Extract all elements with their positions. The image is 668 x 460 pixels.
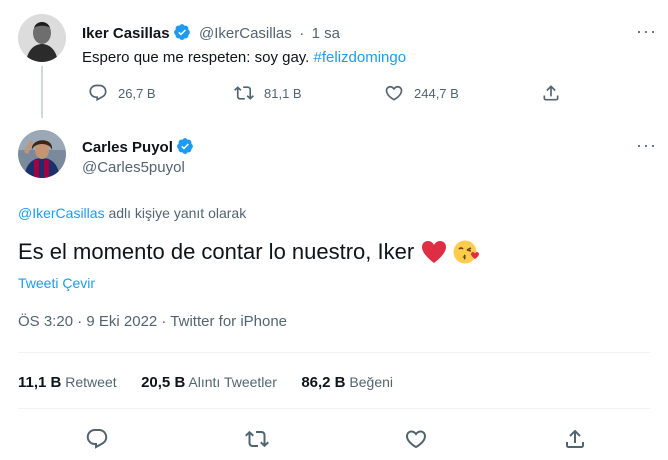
retweet-count: 81,1 B	[264, 85, 302, 101]
original-tweet[interactable]: Iker Casillas @IkerCasillas · 1 sa ··· E…	[0, 0, 668, 120]
reply-count: 26,7 B	[118, 85, 156, 101]
reply-to-handle-link[interactable]: @IkerCasillas	[18, 205, 105, 221]
like-button[interactable]	[404, 427, 428, 456]
share-icon	[543, 85, 559, 101]
share-action[interactable]	[541, 83, 571, 103]
more-options-icon[interactable]: ···	[636, 22, 657, 40]
thread-line	[41, 66, 43, 118]
engagement-stats: 11,1 B Retweet 20,5 B Alıntı Tweetler 86…	[18, 374, 393, 392]
tweet-text-plain: Espero que me respeten: soy gay.	[82, 49, 314, 66]
face-blowing-kiss-emoji-icon	[453, 240, 480, 264]
reply-text: Es el momento de contar lo nuestro, Iker	[18, 239, 480, 265]
more-options-icon[interactable]: ···	[636, 136, 657, 154]
like-count: 244,7 B	[414, 85, 459, 101]
avatar-puyol[interactable]	[18, 130, 66, 178]
dot-separator: ·	[299, 25, 305, 42]
tweet-header: Iker Casillas @IkerCasillas · 1 sa	[82, 23, 340, 43]
reply-context-text: adlı kişiye yanıt olarak	[104, 205, 247, 221]
display-name[interactable]: Carles Puyol	[82, 139, 173, 156]
retweet-icon	[234, 86, 254, 100]
reply-button[interactable]	[85, 427, 109, 456]
display-name[interactable]: Iker Casillas	[82, 25, 170, 42]
translate-tweet-link[interactable]: Tweeti Çevir	[18, 275, 95, 291]
reply-icon	[89, 84, 107, 102]
retweet-action[interactable]: 81,1 B	[234, 83, 302, 103]
retweet-icon	[245, 430, 269, 448]
stat-retweets[interactable]: 11,1 B Retweet	[18, 374, 117, 391]
verified-badge-icon	[176, 138, 193, 154]
share-button[interactable]	[563, 427, 587, 456]
verified-badge-icon	[173, 24, 190, 40]
red-heart-emoji-icon	[422, 241, 447, 263]
tweet-text: Espero que me respeten: soy gay. #felizd…	[82, 49, 406, 66]
avatar-iker[interactable]	[18, 14, 66, 62]
hashtag-link[interactable]: #felizdomingo	[314, 49, 407, 66]
stat-likes[interactable]: 86,2 B Beğeni	[301, 374, 393, 391]
heart-icon	[405, 430, 427, 449]
reply-context: @IkerCasillas adlı kişiye yanıt olarak	[18, 205, 246, 221]
tweet-time[interactable]: 1 sa	[312, 25, 340, 42]
like-action[interactable]: 244,7 B	[384, 83, 459, 103]
reply-action[interactable]: 26,7 B	[88, 83, 156, 103]
reply-header: Carles Puyol	[82, 137, 194, 157]
handle[interactable]: @Carles5puyol	[82, 159, 185, 176]
share-icon	[566, 429, 584, 448]
reply-icon	[86, 429, 108, 449]
heart-icon	[385, 85, 403, 101]
reply-text-body: Es el momento de contar lo nuestro, Iker	[18, 239, 415, 264]
stat-quotes[interactable]: 20,5 B Alıntı Tweetler	[141, 374, 277, 391]
divider	[18, 352, 650, 353]
handle[interactable]: @IkerCasillas	[199, 25, 292, 42]
retweet-button[interactable]	[245, 427, 269, 456]
divider	[18, 408, 650, 409]
tweet-timestamp[interactable]: ÖS 3:20 · 9 Eki 2022 · Twitter for iPhon…	[18, 313, 287, 330]
